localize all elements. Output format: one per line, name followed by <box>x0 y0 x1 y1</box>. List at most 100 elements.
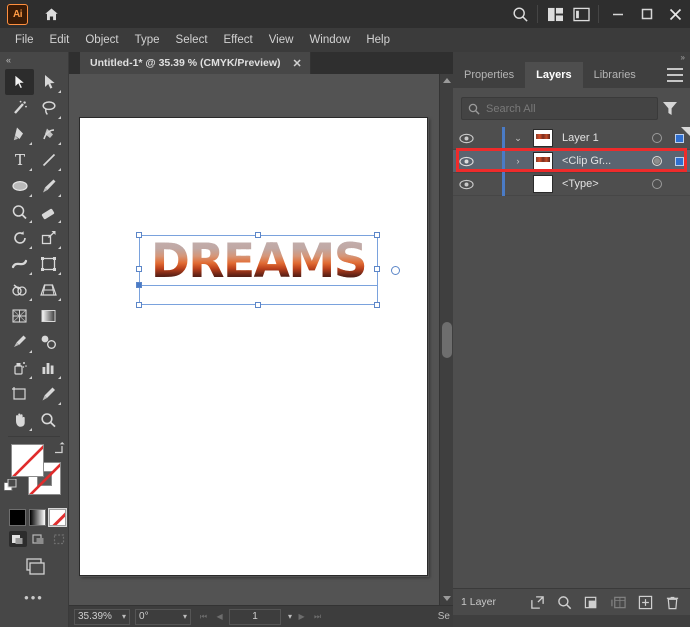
type-tool[interactable]: T <box>5 147 34 173</box>
eraser-tool[interactable] <box>34 199 63 225</box>
slice-tool[interactable] <box>34 381 63 407</box>
color-mode-black[interactable] <box>9 509 26 526</box>
handle-middle-left[interactable] <box>136 266 142 272</box>
first-artboard-icon[interactable]: ⏮ <box>197 609 210 624</box>
magic-wand-tool[interactable] <box>5 95 34 121</box>
sublayer-name-label[interactable]: <Type> <box>553 178 646 190</box>
screen-mode-icon[interactable] <box>0 547 68 578</box>
handle-top-left[interactable] <box>136 232 142 238</box>
tab-layers[interactable]: Layers <box>525 62 582 88</box>
default-fill-stroke-icon[interactable] <box>4 479 17 497</box>
menu-item-select[interactable]: Select <box>168 31 216 49</box>
maximize-button[interactable] <box>632 3 661 25</box>
perspective-grid-tool[interactable] <box>34 277 63 303</box>
artboard-tool[interactable] <box>5 381 34 407</box>
selection-tool[interactable] <box>5 69 34 95</box>
layer-name-label[interactable]: Layer 1 <box>553 132 646 144</box>
gradient-tool[interactable] <box>34 303 63 329</box>
previous-artboard-icon[interactable]: ◀ <box>213 609 226 624</box>
anchor-point-indicator[interactable] <box>136 282 142 288</box>
handle-top-right[interactable] <box>374 232 380 238</box>
column-graph-tool[interactable] <box>34 355 63 381</box>
zoom-level-field[interactable]: 35.39% ▾ <box>74 609 130 625</box>
draw-inside-mode[interactable] <box>50 531 68 547</box>
home-icon[interactable] <box>41 4 61 24</box>
scroll-down-icon[interactable] <box>440 591 454 605</box>
color-mode-gradient[interactable] <box>29 509 46 526</box>
hand-tool[interactable] <box>5 407 34 433</box>
rotation-field[interactable]: 0° ▾ <box>135 609 191 625</box>
close-button[interactable] <box>661 3 690 25</box>
document-tab-close-icon[interactable]: ✕ <box>293 57 302 70</box>
last-artboard-icon[interactable]: ⏭ <box>311 609 324 624</box>
target-indicator[interactable] <box>646 156 668 166</box>
rotation-handle[interactable] <box>391 266 400 275</box>
arrange-documents-icon[interactable] <box>542 0 568 28</box>
draw-behind-mode[interactable] <box>30 531 48 547</box>
fill-swatch-none[interactable] <box>11 444 44 477</box>
scale-tool[interactable] <box>34 225 63 251</box>
free-transform-tool[interactable] <box>34 251 63 277</box>
selection-bounding-box[interactable]: DREAMS <box>139 235 378 305</box>
handle-top-center[interactable] <box>255 232 261 238</box>
document-tab[interactable]: Untitled-1* @ 35.39 % (CMYK/Preview) ✕ <box>80 52 311 74</box>
filter-icon[interactable] <box>658 101 682 116</box>
delete-layer-icon[interactable] <box>660 591 685 613</box>
target-indicator[interactable] <box>646 133 668 143</box>
shaper-tool[interactable] <box>5 199 34 225</box>
eyedropper-tool[interactable] <box>5 329 34 355</box>
draw-normal-mode[interactable] <box>9 531 27 547</box>
menu-item-edit[interactable]: Edit <box>42 31 78 49</box>
rotation-dropdown-icon[interactable]: ▾ <box>183 612 187 621</box>
layer-row-clip-group[interactable]: › <Clip Gr... <box>453 150 690 173</box>
locate-object-icon[interactable] <box>525 591 550 613</box>
visibility-toggle-icon[interactable] <box>453 179 480 190</box>
rotate-tool[interactable] <box>5 225 34 251</box>
status-bar-info[interactable]: Se <box>438 611 453 622</box>
curvature-tool[interactable] <box>34 121 63 147</box>
layer-row-layer-1[interactable]: ⌄ Layer 1 <box>453 127 690 150</box>
blend-tool[interactable] <box>34 329 63 355</box>
artboard-number-field[interactable]: 1 <box>229 609 281 625</box>
ellipse-tool[interactable] <box>5 173 34 199</box>
search-layer-icon[interactable] <box>552 591 577 613</box>
handle-bottom-left[interactable] <box>136 302 142 308</box>
menu-item-window[interactable]: Window <box>301 31 358 49</box>
tab-libraries[interactable]: Libraries <box>583 62 647 88</box>
swap-fill-stroke-icon[interactable] <box>52 441 65 459</box>
target-indicator[interactable] <box>646 179 668 189</box>
dreams-artwork-text[interactable]: DREAMS <box>142 238 375 286</box>
handle-bottom-center[interactable] <box>255 302 261 308</box>
zoom-tool[interactable] <box>34 407 63 433</box>
scrollbar-thumb[interactable] <box>442 322 452 358</box>
line-segment-tool[interactable] <box>34 147 63 173</box>
lasso-tool[interactable] <box>34 95 63 121</box>
search-icon[interactable] <box>507 0 533 28</box>
visibility-toggle-icon[interactable] <box>453 156 480 167</box>
selection-indicator[interactable] <box>668 157 690 166</box>
handle-middle-right[interactable] <box>374 266 380 272</box>
menu-item-type[interactable]: Type <box>127 31 168 49</box>
pen-tool[interactable] <box>5 121 34 147</box>
scroll-up-icon[interactable] <box>440 74 454 88</box>
workspace-switcher-icon[interactable] <box>568 0 594 28</box>
minimize-button[interactable] <box>603 3 632 25</box>
sublayer-name-label[interactable]: <Clip Gr... <box>553 155 646 167</box>
menu-item-object[interactable]: Object <box>77 31 126 49</box>
canvas-vertical-scrollbar[interactable] <box>439 74 453 605</box>
new-layer-icon[interactable] <box>633 591 658 613</box>
expand-sublayer-icon[interactable]: › <box>505 156 531 166</box>
menu-item-help[interactable]: Help <box>358 31 398 49</box>
visibility-toggle-icon[interactable] <box>453 133 480 144</box>
collapse-toolbar-button[interactable]: « <box>0 52 68 67</box>
menu-item-file[interactable]: File <box>7 31 42 49</box>
more-tools-button[interactable]: ••• <box>0 578 68 605</box>
artboard-dropdown-icon[interactable]: ▾ <box>288 612 292 621</box>
direct-selection-tool[interactable] <box>34 69 63 95</box>
paintbrush-tool[interactable] <box>34 173 63 199</box>
layers-search-input[interactable]: Search All <box>461 97 658 120</box>
artboard[interactable]: DREAMS <box>79 117 428 576</box>
layer-row-type[interactable]: <Type> <box>453 173 690 196</box>
shape-builder-tool[interactable] <box>5 277 34 303</box>
menu-item-effect[interactable]: Effect <box>216 31 261 49</box>
